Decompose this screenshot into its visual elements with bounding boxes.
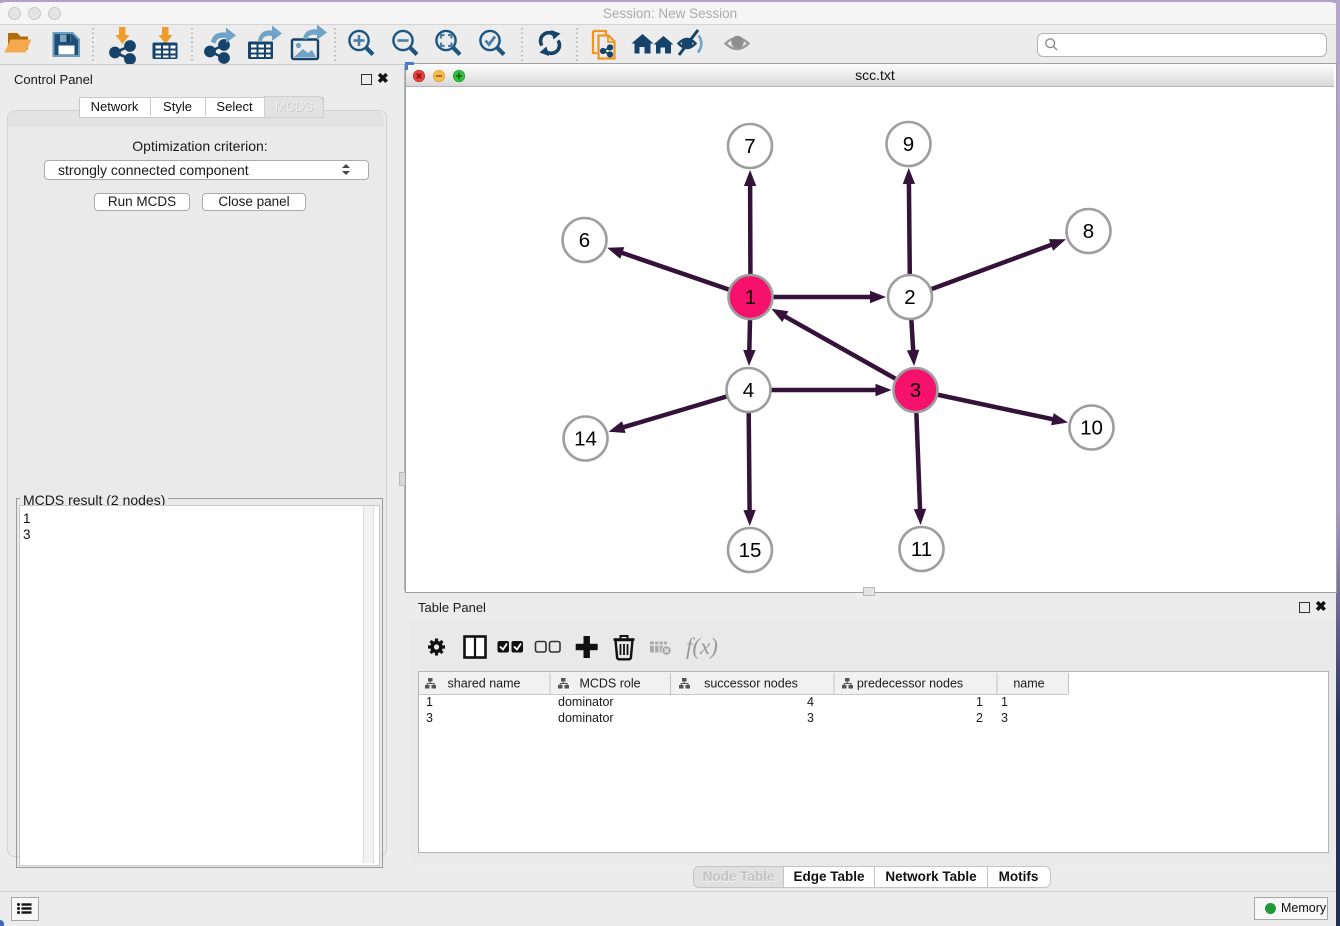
svg-text:10: 10 [1080, 417, 1103, 440]
svg-text:successor nodes: successor nodes [704, 677, 798, 691]
svg-text:f(x): f(x) [686, 634, 718, 659]
svg-text:11: 11 [911, 538, 932, 561]
svg-text:8: 8 [1083, 220, 1094, 243]
svg-text:15: 15 [739, 539, 762, 562]
svg-text:14: 14 [574, 428, 597, 451]
svg-text:6: 6 [579, 229, 590, 252]
svg-text:7: 7 [744, 135, 755, 158]
svg-text:MCDS role: MCDS role [579, 677, 640, 691]
svg-text:shared name: shared name [448, 677, 521, 691]
svg-text:3: 3 [910, 379, 921, 402]
svg-text:name: name [1013, 677, 1044, 691]
svg-text:predecessor nodes: predecessor nodes [857, 677, 963, 691]
svg-text:2: 2 [904, 286, 915, 309]
svg-text:9: 9 [903, 133, 914, 156]
svg-text:1: 1 [745, 286, 756, 309]
svg-text:4: 4 [743, 379, 754, 402]
